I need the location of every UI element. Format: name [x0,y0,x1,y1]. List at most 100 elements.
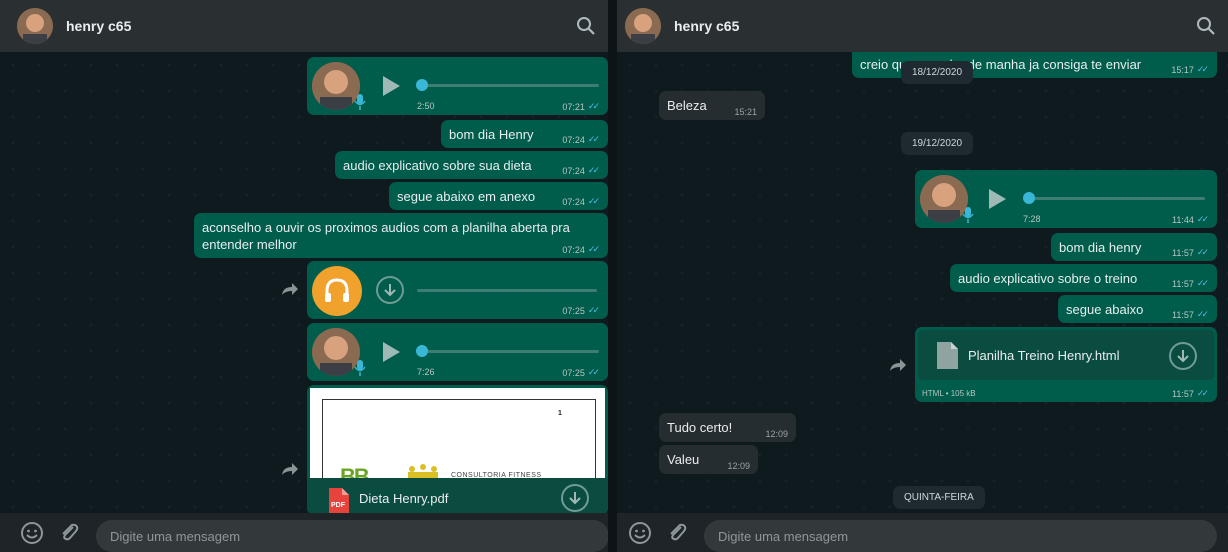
message-text: audio explicativo sobre sua dieta [343,158,532,173]
document-message[interactable]: 1 BB CONSULTORIA FITNESS PDF Dieta Henry… [307,385,608,513]
message-time: 07:21 ✓✓ [562,101,600,112]
message-text: segue abaixo em anexo [397,189,536,204]
message-bubble: Valeu 12:09 [659,445,758,474]
audio-duration: 7:28 [1023,214,1041,224]
message-text: audio explicativo sobre o treino [958,271,1138,286]
attach-icon[interactable] [57,521,81,545]
microphone-icon [354,360,366,376]
message-time: 12:09 [765,429,788,439]
file-icon [937,342,958,369]
message-list[interactable]: 2:50 07:21 ✓✓ bom dia Henry 07:24 ✓✓ audio… [0,52,608,513]
crown-logo-icon [408,464,438,478]
message-text: bom dia henry [1059,240,1142,255]
message-time: 15:21 [734,107,757,117]
audio-file-message: 07:25 ✓✓ [307,261,608,319]
message-time: 11:57 ✓✓ [1172,247,1209,258]
file-message[interactable]: Planilha Treino Henry.html HTML • 105 kB… [915,327,1217,402]
date-separator: 18/12/2020 [901,61,974,84]
read-check-icon: ✓✓ [1196,388,1209,398]
message-text: bom dia Henry [449,127,534,142]
message-bubble: Beleza 15:21 [659,91,765,120]
play-icon[interactable] [989,189,1006,209]
message-bubble: audio explicativo sobre o treino 11:57 ✓✓ [950,264,1217,292]
message-bubble: Tudo certo! 12:09 [659,413,796,442]
file-name: Planilha Treino Henry.html [968,348,1120,363]
date-separator: 19/12/2020 [901,132,974,155]
document-filename: Dieta Henry.pdf [359,491,449,506]
emoji-icon[interactable] [628,521,652,545]
message-input[interactable]: Digite uma mensagem [96,520,608,552]
voice-message: 7:28 11:44 ✓✓ [915,170,1217,228]
read-check-icon: ✓✓ [1196,214,1209,224]
message-input[interactable]: Digite uma mensagem [704,520,1217,552]
audio-progress-track[interactable] [1027,197,1205,200]
audio-progress-track[interactable] [419,350,599,353]
audio-seek-knob[interactable] [1023,192,1035,204]
read-check-icon: ✓✓ [587,134,600,144]
message-bubble: bom dia Henry 07:24 ✓✓ [441,120,608,148]
read-check-icon: ✓✓ [587,367,600,377]
document-preview[interactable]: 1 BB CONSULTORIA FITNESS [310,388,605,491]
message-text: aconselho a ouvir os proximos audios com… [202,220,570,252]
headphones-icon [312,266,362,316]
microphone-icon [962,207,974,223]
attach-icon[interactable] [665,521,689,545]
voice-message: 7:26 07:25 ✓✓ [307,323,608,381]
read-check-icon: ✓✓ [587,196,600,206]
page-number: 1 [558,410,562,417]
document-info-bar: PDF Dieta Henry.pdf [307,478,608,513]
message-bubble: bom dia henry 11:57 ✓✓ [1051,233,1217,261]
message-time: 11:57 ✓✓ [1172,278,1209,289]
read-check-icon: ✓✓ [587,165,600,175]
download-button[interactable] [376,276,404,304]
read-check-icon: ✓✓ [1196,64,1209,74]
pdf-icon: PDF [327,488,349,513]
audio-duration: 2:50 [417,101,435,111]
emoji-icon[interactable] [20,521,44,545]
message-time: 07:24 ✓✓ [562,134,600,145]
message-time: 11:57 ✓✓ [1172,388,1209,399]
message-bubble: aconselho a ouvir os proximos audios com… [194,213,608,258]
message-time: 11:44 ✓✓ [1172,214,1209,225]
message-list[interactable]: creio que amanha de manha ja consiga te … [617,52,1228,513]
microphone-icon [354,94,366,110]
play-icon[interactable] [383,76,400,96]
contact-name[interactable]: henry c65 [66,18,131,34]
read-check-icon: ✓✓ [587,305,600,315]
message-time: 11:57 ✓✓ [1172,309,1209,320]
contact-avatar[interactable] [625,8,661,44]
download-button[interactable] [1169,342,1197,370]
right-chat-window: henry c65 creio que amanha de manha ja c… [617,0,1228,552]
message-time: 07:24 ✓✓ [562,165,600,176]
file-card[interactable]: Planilha Treino Henry.html [918,330,1214,380]
audio-progress-track[interactable] [419,84,599,87]
search-icon[interactable] [576,16,596,36]
play-icon[interactable] [383,342,400,362]
forward-icon[interactable] [281,282,299,296]
message-bubble: segue abaixo em anexo 07:24 ✓✓ [389,182,608,210]
forward-icon[interactable] [281,462,299,476]
message-time: 07:25 ✓✓ [562,305,600,316]
read-check-icon: ✓✓ [1196,309,1209,319]
message-time: 15:17 ✓✓ [1171,64,1209,75]
pane-divider [608,0,617,552]
contact-name[interactable]: henry c65 [674,18,739,34]
message-time: 07:24 ✓✓ [562,196,600,207]
date-separator: QUINTA-FEIRA [893,486,985,509]
message-text: Tudo certo! [667,420,733,435]
audio-progress-track[interactable] [417,289,597,292]
chat-header: henry c65 [617,0,1228,52]
forward-icon[interactable] [889,358,907,372]
message-time: 07:24 ✓✓ [562,244,600,255]
audio-seek-knob[interactable] [416,79,428,91]
message-bubble: segue abaixo 11:57 ✓✓ [1058,295,1217,323]
download-button[interactable] [561,484,589,512]
audio-seek-knob[interactable] [416,345,428,357]
read-check-icon: ✓✓ [587,101,600,111]
search-icon[interactable] [1196,16,1216,36]
file-meta: HTML • 105 kB [922,389,976,398]
left-chat-window: henry c65 2:50 07:21 ✓✓ bom dia Henry 07:… [0,0,608,552]
composer-bar: Digite uma mensagem [0,513,608,552]
message-bubble: audio explicativo sobre sua dieta 07:24 ✓… [335,151,608,179]
contact-avatar[interactable] [17,8,53,44]
